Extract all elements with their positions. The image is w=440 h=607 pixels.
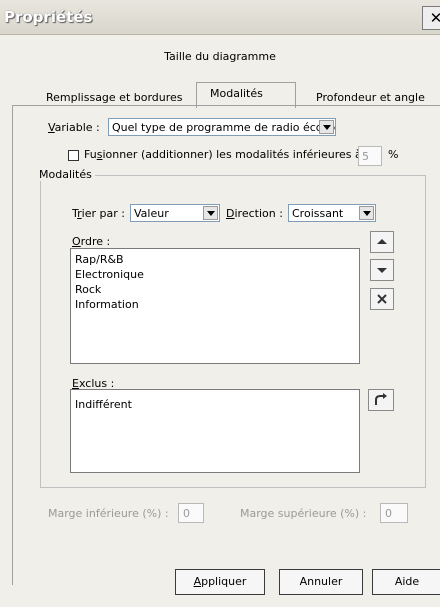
tab-modalites-label: Modalités (210, 87, 263, 100)
modalites-group-title: Modalités (36, 168, 95, 181)
remove-button[interactable] (370, 288, 394, 310)
panel-border-left (12, 105, 13, 585)
lower-margin-input[interactable]: 0 (178, 503, 204, 523)
close-icon: ✕ (429, 9, 440, 27)
window-title: Propriétés (4, 8, 93, 26)
chevron-down-icon (319, 120, 334, 134)
cancel-button[interactable]: Annuler (279, 569, 363, 595)
excluded-listbox[interactable]: Indifférent (70, 389, 360, 473)
list-item[interactable]: Electronique (75, 268, 144, 281)
tab-taille-du-diagramme[interactable]: Taille du diagramme (0, 50, 440, 63)
chevron-down-icon (203, 206, 218, 220)
tab-divider (12, 105, 440, 106)
close-x-icon (377, 294, 387, 304)
list-item[interactable]: Information (75, 298, 139, 311)
list-item[interactable]: Rap/R&B (75, 253, 124, 266)
chevron-down-icon (359, 206, 374, 220)
lower-margin-label: Marge inférieure (%) : (48, 507, 169, 520)
order-label: Ordre : (72, 235, 111, 248)
close-button[interactable]: ✕ (422, 6, 440, 30)
upper-margin-label: Marge supérieure (%) : (240, 507, 367, 520)
merge-label: Fusionner (additionner) les modalités in… (84, 148, 369, 161)
list-item[interactable]: Rock (75, 283, 101, 296)
sort-select[interactable]: Valeur (130, 204, 220, 222)
merge-threshold-input[interactable]: 5 (358, 146, 382, 166)
curved-arrow-up-icon (375, 393, 387, 405)
merge-checkbox[interactable] (68, 150, 79, 161)
direction-label: Direction : (226, 207, 283, 220)
variable-select[interactable]: Quel type de programme de radio écoutez-… (108, 118, 336, 136)
restore-button[interactable] (368, 389, 394, 411)
help-button[interactable]: Aide (372, 569, 440, 595)
tab-profondeur-et-angle[interactable]: Profondeur et angle (316, 91, 425, 104)
arrow-up-icon (377, 239, 387, 244)
apply-button[interactable]: Appliquer (175, 569, 265, 595)
sort-label: Trier par : (72, 207, 125, 220)
order-listbox[interactable]: Rap/R&B Electronique Rock Information (70, 248, 360, 364)
list-item[interactable]: Indifférent (75, 398, 132, 411)
arrow-down-icon (377, 268, 387, 273)
tab-remplissage-et-bordures[interactable]: Remplissage et bordures (46, 91, 183, 104)
variable-label: Variable : (48, 121, 100, 134)
move-down-button[interactable] (370, 259, 394, 281)
upper-margin-input[interactable]: 0 (380, 503, 408, 523)
merge-unit: % (388, 148, 399, 161)
direction-select[interactable]: Croissant (288, 204, 376, 222)
move-up-button[interactable] (370, 231, 394, 253)
